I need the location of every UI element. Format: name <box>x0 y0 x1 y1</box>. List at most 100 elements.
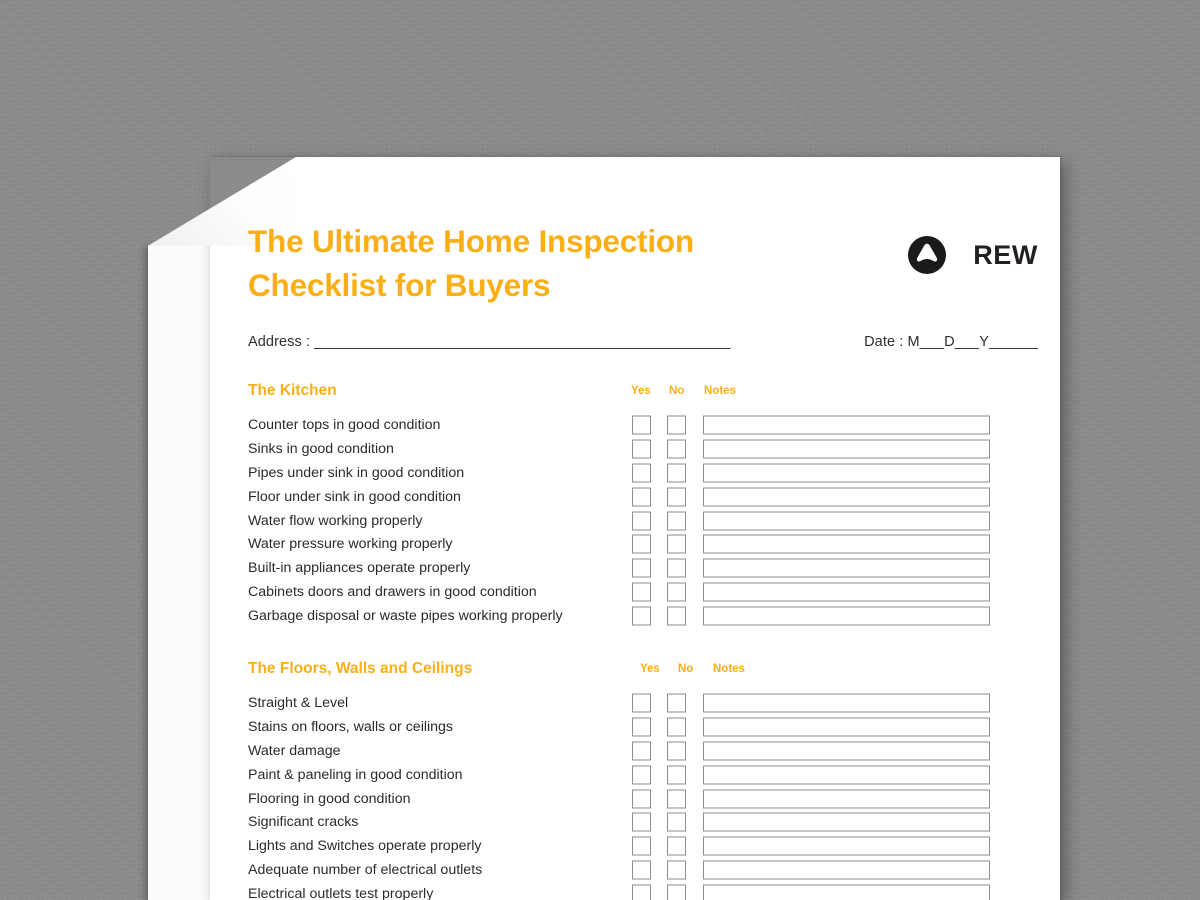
section-title: The Floors, Walls and Ceilings <box>248 660 473 677</box>
checklist-row: Water pressure working properly <box>248 532 1038 556</box>
checkbox-yes[interactable] <box>632 717 651 737</box>
checkbox-yes[interactable] <box>632 693 651 713</box>
column-header-notes: Notes <box>713 663 745 675</box>
address-label: Address : <box>248 334 315 350</box>
checkbox-no[interactable] <box>667 606 686 626</box>
checklist-row: Floor under sink in good condition <box>248 485 1038 509</box>
rew-triangle-logo-icon <box>908 236 947 274</box>
checklist-row: Electrical outlets test properly <box>248 882 1038 900</box>
checkbox-yes[interactable] <box>632 606 651 626</box>
checkbox-yes[interactable] <box>632 439 651 459</box>
checklist-item-label: Lights and Switches operate properly <box>248 838 482 855</box>
checklist-item-label: Counter tops in good condition <box>248 416 441 433</box>
checkbox-no[interactable] <box>667 439 686 459</box>
column-header-no: No <box>678 663 694 675</box>
column-header-no: No <box>669 385 685 397</box>
checklist-item-label: Stains on floors, walls or ceilings <box>248 718 454 735</box>
document-content: The Ultimate Home Inspection Checklist f… <box>210 157 1060 900</box>
notes-input[interactable] <box>703 860 990 880</box>
checklist-row: Significant cracks <box>248 810 1038 834</box>
section-title: The Kitchen <box>248 382 337 399</box>
checklist-row: Lights and Switches operate properly <box>248 834 1038 858</box>
checkbox-no[interactable] <box>667 693 686 713</box>
checkbox-yes[interactable] <box>632 534 651 554</box>
checkbox-yes[interactable] <box>632 558 651 578</box>
notes-input[interactable] <box>703 836 990 856</box>
notes-input[interactable] <box>703 439 990 459</box>
checkbox-no[interactable] <box>667 860 686 880</box>
notes-input[interactable] <box>703 789 990 808</box>
checkbox-yes[interactable] <box>632 463 651 483</box>
notes-input[interactable] <box>703 511 990 530</box>
notes-input[interactable] <box>703 463 990 483</box>
checkbox-no[interactable] <box>667 582 686 602</box>
checkbox-no[interactable] <box>667 789 686 808</box>
checkbox-no[interactable] <box>667 884 686 900</box>
notes-input[interactable] <box>703 606 990 626</box>
checkbox-yes[interactable] <box>632 836 651 856</box>
checklist-item-label: Sinks in good condition <box>248 440 394 457</box>
checkbox-no[interactable] <box>667 487 686 507</box>
checkbox-yes[interactable] <box>632 884 651 900</box>
checkbox-yes[interactable] <box>632 511 651 530</box>
checkbox-no[interactable] <box>667 812 686 832</box>
checkbox-no[interactable] <box>667 765 686 785</box>
checkbox-no[interactable] <box>667 836 686 856</box>
notes-input[interactable] <box>703 693 990 713</box>
checklist-item-label: Water pressure working properly <box>248 536 453 553</box>
checklist-row: Pipes under sink in good condition <box>248 461 1038 485</box>
checkbox-no[interactable] <box>667 717 686 737</box>
checklist-item-label: Flooring in good condition <box>248 790 411 807</box>
page-title: The Ultimate Home Inspection Checklist f… <box>248 223 694 304</box>
checklist-item-label: Paint & paneling in good condition <box>248 766 463 783</box>
notes-input[interactable] <box>703 884 990 900</box>
notes-input[interactable] <box>703 558 990 578</box>
checkbox-yes[interactable] <box>632 582 651 602</box>
column-header-yes: Yes <box>640 663 660 675</box>
checkbox-yes[interactable] <box>632 812 651 832</box>
notes-input[interactable] <box>703 487 990 507</box>
section-header: The Floors, Walls and Ceilings Yes No No… <box>248 660 1038 686</box>
checkbox-yes[interactable] <box>632 765 651 785</box>
brand-name: REW <box>973 239 1038 270</box>
notes-input[interactable] <box>703 765 990 785</box>
document-header: The Ultimate Home Inspection Checklist f… <box>248 219 1038 307</box>
checkbox-yes[interactable] <box>632 860 651 880</box>
document-meta-row: Address : ______________________________… <box>248 334 1038 350</box>
checklist-item-label: Water damage <box>248 742 341 759</box>
checkbox-yes[interactable] <box>632 487 651 507</box>
checklist-row: Garbage disposal or waste pipes working … <box>248 604 1038 628</box>
checkbox-yes[interactable] <box>632 741 651 761</box>
checkbox-yes[interactable] <box>632 789 651 808</box>
date-field[interactable]: Date : M___D___Y______ <box>864 334 1038 350</box>
checklist-section-floors-walls-ceilings: The Floors, Walls and Ceilings Yes No No… <box>248 660 1038 900</box>
date-blank-line: M___D___Y______ <box>907 334 1038 350</box>
brand-lockup: REW <box>907 219 1038 275</box>
checkbox-no[interactable] <box>667 511 686 530</box>
checklist-item-label: Built-in appliances operate properly <box>248 560 471 577</box>
checklist-row: Flooring in good condition <box>248 787 1038 811</box>
address-field[interactable]: Address : ______________________________… <box>248 334 731 350</box>
checkbox-no[interactable] <box>667 463 686 483</box>
address-blank-line: ________________________________________… <box>314 334 731 350</box>
checklist-section-kitchen: The Kitchen Yes No Notes Counter tops in… <box>248 382 1038 628</box>
checklist-row: Straight & Level <box>248 691 1038 715</box>
checklist-item-label: Water flow working properly <box>248 512 423 529</box>
checklist-item-label: Cabinets doors and drawers in good condi… <box>248 584 537 601</box>
checkbox-yes[interactable] <box>632 415 651 435</box>
checkbox-no[interactable] <box>667 534 686 554</box>
checkbox-no[interactable] <box>667 741 686 761</box>
notes-input[interactable] <box>703 717 990 737</box>
checklist-item-label: Adequate number of electrical outlets <box>248 862 483 879</box>
checklist-rows: Straight & Level Stains on floors, walls… <box>248 691 1038 900</box>
notes-input[interactable] <box>703 741 990 761</box>
checklist-row: Stains on floors, walls or ceilings <box>248 715 1038 739</box>
checkbox-no[interactable] <box>667 415 686 435</box>
checklist-row: Counter tops in good condition <box>248 413 1038 437</box>
notes-input[interactable] <box>703 415 990 435</box>
notes-input[interactable] <box>703 812 990 832</box>
notes-input[interactable] <box>703 582 990 602</box>
notes-input[interactable] <box>703 534 990 554</box>
checkbox-no[interactable] <box>667 558 686 578</box>
checklist-item-label: Garbage disposal or waste pipes working … <box>248 608 563 625</box>
